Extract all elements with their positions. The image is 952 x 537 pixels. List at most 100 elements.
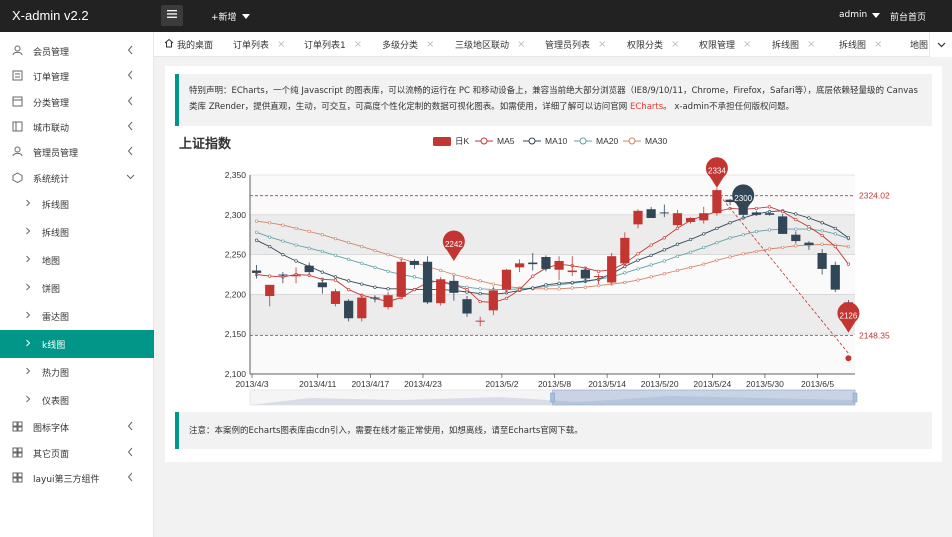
ma20-line-point — [254, 230, 259, 234]
candle-body — [409, 260, 420, 265]
add-new-dropdown[interactable]: +新增 — [211, 10, 250, 23]
candle-body — [265, 284, 275, 296]
ma20-line-point — [767, 228, 772, 232]
x-tick-label: 2013/5/24 — [693, 379, 731, 389]
sidebar-item-label: 图标字体 — [33, 424, 70, 434]
ma30-line-point — [846, 245, 851, 249]
close-icon[interactable]: × — [277, 39, 285, 50]
close-icon[interactable]: × — [598, 39, 606, 50]
mark-point-label: 2242 — [445, 240, 463, 249]
close-icon[interactable]: × — [743, 39, 751, 50]
sidebar-item-admin[interactable]: 管理员管理 — [0, 139, 154, 164]
sidebar-item-category[interactable]: 分类管理 — [0, 89, 154, 114]
candle-body — [475, 320, 485, 322]
user-dropdown[interactable]: admin — [839, 10, 881, 20]
candle-body — [462, 299, 472, 314]
ma30-line-point — [294, 226, 298, 230]
candle-body — [751, 212, 761, 215]
tab-item[interactable]: 管理员列表 × — [545, 32, 606, 56]
frontend-home-link[interactable]: 前台首页 — [890, 10, 926, 23]
tab-more-button[interactable] — [929, 32, 952, 57]
grid-band — [250, 214, 855, 255]
datazoom-left-handle[interactable] — [550, 392, 555, 403]
ma20-line-point — [307, 246, 311, 250]
ma30-line-point — [767, 247, 772, 251]
close-icon[interactable]: × — [874, 39, 882, 50]
candle-body — [357, 297, 367, 319]
tab-item[interactable]: 拆线图 × — [839, 32, 882, 56]
tab-item[interactable]: 我的桌面 — [164, 32, 214, 56]
order-icon — [12, 70, 23, 81]
sidebar-subitem[interactable]: 饼图 — [0, 274, 154, 302]
tab-item[interactable]: 三级地区联动 × — [455, 32, 525, 56]
tab-label: 权限分类 — [627, 41, 664, 51]
candle-body — [528, 262, 538, 265]
ma20-line-point — [360, 261, 364, 265]
chevron-right-icon — [25, 392, 31, 409]
datazoom-right-handle[interactable] — [852, 392, 858, 403]
tab-item[interactable]: 订单列表1 × — [304, 32, 362, 56]
close-icon[interactable]: × — [807, 39, 815, 50]
sidebar-subitem[interactable]: 拆线图 — [0, 190, 154, 218]
sidebar-item-order[interactable]: 订单管理 — [0, 63, 154, 88]
datazoom-selection[interactable] — [552, 389, 856, 406]
chevron-right-icon — [25, 308, 31, 325]
ma30-line-point — [820, 242, 824, 246]
ma30-line-point — [360, 245, 364, 249]
ma5-line-point — [347, 288, 351, 292]
close-icon[interactable]: × — [671, 39, 679, 50]
tab-bar: 我的桌面 订单列表 × 订单列表1 × 多级分类 × 三级地区联动 × 管理员列表 × 权限分类 × 权限… — [154, 32, 952, 57]
sidebar-subitem[interactable]: 拆线图 — [0, 218, 154, 246]
sidebar-item-pages[interactable]: 其它页面 — [0, 440, 154, 465]
candle-body — [554, 260, 564, 270]
sidebar-subitem[interactable]: 地图 — [0, 246, 154, 274]
ma5-line-point — [754, 206, 758, 211]
candle-body — [304, 265, 314, 273]
candle-body — [593, 276, 604, 278]
tab-item[interactable]: 拆线图 × — [772, 32, 815, 56]
sidebar-subitem-label: 拆线图 — [42, 201, 70, 211]
chevron-left-icon — [126, 94, 135, 111]
close-icon[interactable]: × — [354, 39, 362, 50]
home-icon — [164, 38, 177, 51]
tab-item[interactable]: 权限分类 × — [627, 32, 679, 56]
ma5-line-point — [649, 243, 653, 247]
sidebar-subitem[interactable]: k线图 — [0, 330, 154, 358]
sidebar-item-stats[interactable]: 系统统计 — [0, 165, 154, 190]
sidebar-item-plugin[interactable]: layui第三方组件 — [0, 465, 154, 490]
sidebar-item-city[interactable]: 城市联动 — [0, 114, 154, 139]
tab-item[interactable]: 多级分类 × — [382, 32, 434, 56]
candle-body — [488, 290, 498, 311]
ma5-line-point — [662, 236, 666, 240]
y-tick-label: 2,100 — [225, 369, 247, 379]
mark-point-dot — [845, 355, 852, 362]
legend-marker — [480, 137, 488, 145]
sidebar-item-font[interactable]: 图标字体 — [0, 414, 154, 439]
ma10-line-point — [715, 226, 719, 230]
sidebar-subitem[interactable]: 热力图 — [0, 358, 154, 386]
chevron-left-icon — [126, 419, 135, 436]
sidebar-subitem[interactable]: 雷达图 — [0, 302, 154, 330]
candle-body — [317, 282, 327, 288]
close-icon[interactable]: × — [517, 39, 525, 50]
tab-item[interactable]: 地图 — [910, 32, 928, 56]
sidebar-item-user[interactable]: 会员管理 — [0, 38, 154, 63]
tab-label: 我的桌面 — [177, 41, 214, 51]
ma10-line-point — [386, 287, 390, 291]
close-icon[interactable]: × — [426, 39, 434, 50]
ma30-line-point — [347, 241, 351, 245]
font-icon — [12, 421, 23, 432]
ma20-line-point — [623, 271, 627, 275]
ma20-line-point — [294, 243, 298, 247]
sidebar-subitem[interactable]: 仪表图 — [0, 386, 154, 414]
menu-toggle-button[interactable] — [161, 5, 183, 26]
echarts-link[interactable]: ECharts — [630, 102, 663, 112]
legend-marker — [579, 137, 587, 145]
sidebar-item-label: 会员管理 — [33, 48, 70, 58]
ma20-line-point — [662, 259, 666, 263]
ma20-line-point — [268, 235, 272, 239]
ma20-line-point — [347, 257, 351, 261]
candle-body — [422, 261, 433, 303]
tab-item[interactable]: 权限管理 × — [699, 32, 751, 56]
tab-item[interactable]: 订单列表 × — [233, 32, 285, 56]
